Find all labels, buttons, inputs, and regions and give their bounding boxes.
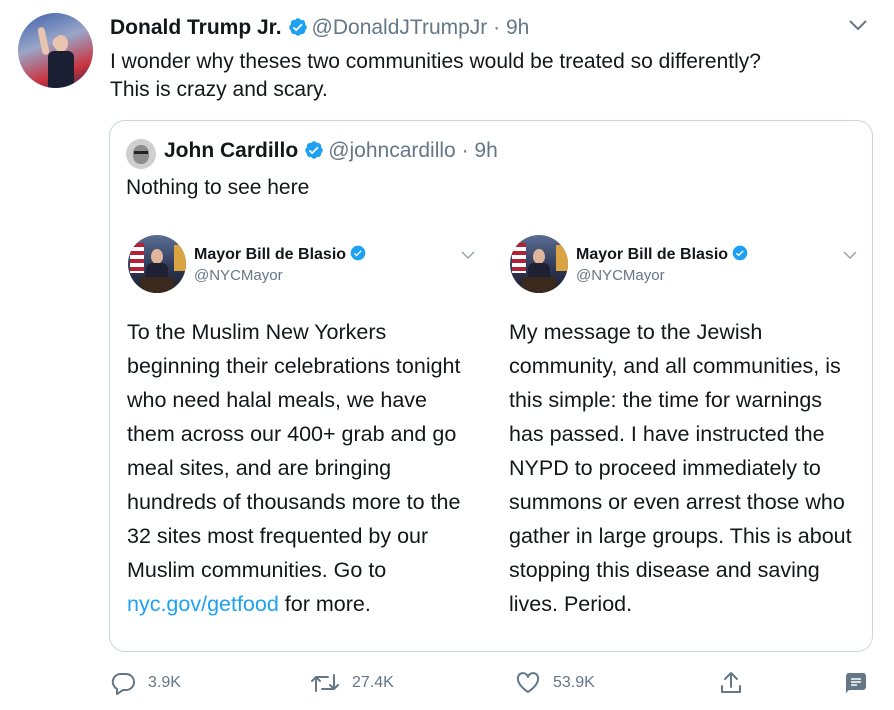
retweet-count: 27.4K xyxy=(352,674,394,691)
separator: · xyxy=(487,16,506,39)
embedded-author-handle: @NYCMayor xyxy=(194,267,283,284)
quote-author-name: John Cardillo xyxy=(164,139,299,162)
chevron-down-icon xyxy=(461,251,475,260)
quote-time: 9h xyxy=(474,139,498,162)
embedded-tweet-text: My message to the Jewish community, and … xyxy=(509,320,852,616)
tweet-header: Donald Trump Jr. @DonaldJTrumpJr · 9h xyxy=(110,16,529,40)
share-icon xyxy=(721,672,741,693)
chevron-down-icon[interactable] xyxy=(846,16,870,34)
embedded-tweet-text: To the Muslim New Yorkers beginning thei… xyxy=(127,315,477,621)
author-handle[interactable]: @DonaldJTrumpJr xyxy=(312,16,488,39)
reply-icon xyxy=(111,673,135,695)
reply-button[interactable]: 3.9K xyxy=(110,670,181,696)
embedded-text-part: for more. xyxy=(278,592,371,616)
embedded-name-text: Mayor Bill de Blasio xyxy=(576,246,729,263)
retweet-icon xyxy=(311,674,339,692)
mayor-avatar xyxy=(128,235,186,293)
embedded-tweet-image-right: Mayor Bill de Blasio @NYCMayor My messag… xyxy=(506,229,866,649)
embedded-author-handle: @NYCMayor xyxy=(576,267,665,284)
author-name[interactable]: Donald Trump Jr. xyxy=(110,16,282,39)
embedded-author-name: Mayor Bill de Blasio xyxy=(576,245,748,264)
embedded-tweet-image-left: Mayor Bill de Blasio @NYCMayor To the Mu… xyxy=(124,229,484,649)
like-icon xyxy=(516,672,540,693)
retweet-button[interactable]: 27.4K xyxy=(310,670,394,696)
share-button[interactable] xyxy=(718,670,756,696)
tweet-time[interactable]: 9h xyxy=(506,16,529,39)
embedded-name-text: Mayor Bill de Blasio xyxy=(194,246,347,263)
chevron-down-icon xyxy=(843,251,857,260)
like-button[interactable]: 53.9K xyxy=(515,670,595,696)
reply-count: 3.9K xyxy=(148,674,181,691)
mayor-avatar xyxy=(510,235,568,293)
tweet-text: I wonder why theses two communities woul… xyxy=(110,50,761,101)
embedded-link: nyc.gov/getfood xyxy=(127,592,279,616)
analytics-button[interactable] xyxy=(843,670,881,696)
quote-author-avatar xyxy=(126,139,156,169)
analytics-icon xyxy=(846,673,866,693)
quote-text: Nothing to see here xyxy=(126,176,310,199)
author-avatar[interactable] xyxy=(18,13,93,88)
like-count: 53.9K xyxy=(553,674,595,691)
verified-icon xyxy=(350,245,366,261)
embedded-text-part: To the Muslim New Yorkers beginning thei… xyxy=(127,320,461,582)
verified-icon xyxy=(288,18,307,36)
embedded-author-name: Mayor Bill de Blasio xyxy=(194,245,366,264)
separator: · xyxy=(455,139,475,162)
quote-author-handle: @johncardillo xyxy=(328,139,456,162)
quote-header: John Cardillo @johncardillo · 9h xyxy=(164,139,498,163)
quoted-tweet-card[interactable]: John Cardillo @johncardillo · 9h Nothing … xyxy=(109,120,873,652)
verified-icon xyxy=(732,245,748,261)
verified-icon xyxy=(305,141,323,159)
